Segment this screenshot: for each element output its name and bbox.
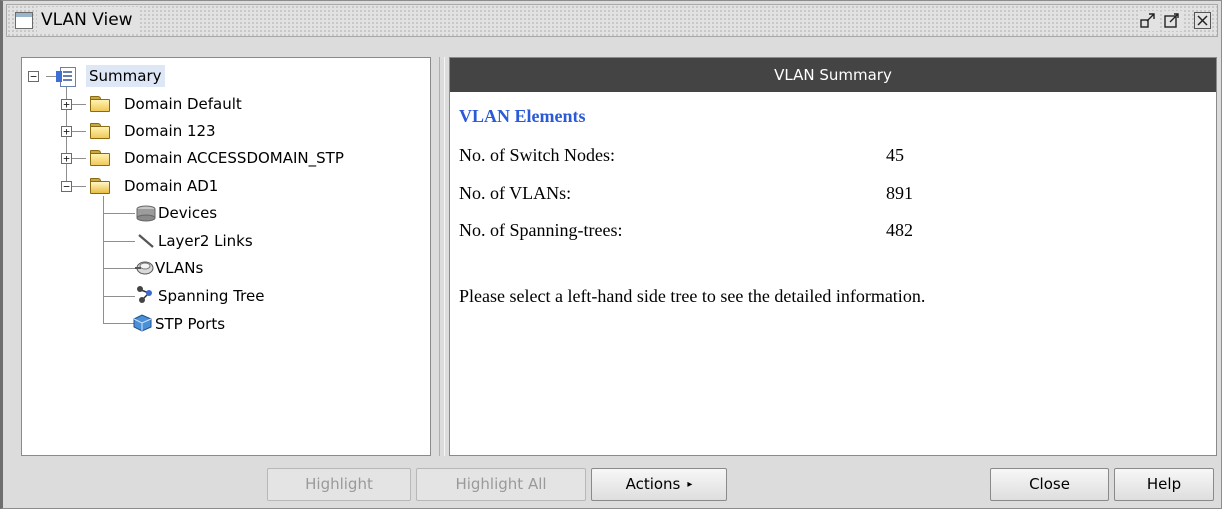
tree-item-label: Domain Default <box>124 95 242 113</box>
stat-label-switch-nodes: No. of Switch Nodes: <box>459 145 615 165</box>
stat-value-spanning-trees: 482 <box>886 220 913 240</box>
tree-connector <box>72 158 86 159</box>
tree-item-label: Layer2 Links <box>158 232 253 250</box>
spanning-tree-icon <box>135 285 157 309</box>
tree-item-label: Devices <box>158 204 218 222</box>
tree-connector <box>103 268 135 269</box>
tree-item-label: VLANs <box>155 259 204 277</box>
tree-connector <box>72 104 86 105</box>
collapse-icon[interactable]: − <box>61 181 72 192</box>
collapse-icon[interactable]: − <box>28 71 39 82</box>
folder-closed-icon <box>90 123 110 139</box>
tree-item-domain-123[interactable]: Domain 123 <box>121 120 219 142</box>
tree-item-domain-default[interactable]: Domain Default <box>121 93 245 115</box>
highlight-all-button[interactable]: Highlight All <box>416 468 586 501</box>
expand-icon[interactable]: + <box>61 153 72 164</box>
tree-connector <box>103 241 135 242</box>
folder-open-icon <box>90 178 110 194</box>
tree-item-summary[interactable]: Summary <box>86 65 165 87</box>
restore-icon[interactable] <box>1138 11 1158 31</box>
close-icon[interactable] <box>1194 12 1211 29</box>
panel-splitter[interactable] <box>439 57 445 456</box>
tree-item-label: STP Ports <box>155 315 226 333</box>
expand-icon[interactable]: + <box>61 99 72 110</box>
tree-item-label: Domain AD1 <box>124 177 219 195</box>
tree-item-layer2-links[interactable]: Layer2 Links <box>155 230 256 252</box>
tree-connector <box>103 296 135 297</box>
actions-button-label: Actions <box>625 475 681 493</box>
window-icon <box>15 12 33 29</box>
tree-connector <box>72 186 86 187</box>
highlight-button[interactable]: Highlight <box>267 468 411 501</box>
tree-item-label: Domain 123 <box>124 122 216 140</box>
close-button[interactable]: Close <box>990 468 1109 501</box>
tree-item-domain-accessdomain-stp[interactable]: Domain ACCESSDOMAIN_STP <box>121 147 347 169</box>
tree-item-stp-ports[interactable]: STP Ports <box>152 313 228 335</box>
devices-icon <box>135 205 157 227</box>
help-button[interactable]: Help <box>1114 468 1214 501</box>
stat-label-vlans: No. of VLANs: <box>459 183 572 203</box>
title-bar[interactable]: VLAN View <box>6 4 1218 37</box>
stat-value-vlans: 891 <box>886 183 913 203</box>
expand-icon[interactable]: + <box>61 126 72 137</box>
tree-item-label: Summary <box>86 65 165 87</box>
tree-connector <box>103 196 104 323</box>
section-heading: VLAN Elements <box>459 106 586 126</box>
tree-item-label: Spanning Tree <box>158 287 265 305</box>
maximize-icon[interactable] <box>1162 11 1182 31</box>
folder-closed-icon <box>90 150 110 166</box>
summary-panel-header: VLAN Summary <box>450 58 1216 92</box>
actions-button[interactable]: Actions ▸ <box>591 468 727 501</box>
vlan-view-window: VLAN View − Summary + Domain Default + D… <box>0 0 1222 509</box>
summary-icon <box>56 66 76 87</box>
link-icon <box>135 232 157 254</box>
stat-value-switch-nodes: 45 <box>886 145 904 165</box>
tree-connector <box>72 131 86 132</box>
tree-item-vlans[interactable]: VLANs <box>152 257 206 279</box>
tree-item-domain-ad1[interactable]: Domain AD1 <box>121 175 221 197</box>
summary-panel: VLAN Summary VLAN Elements No. of Switch… <box>449 57 1217 456</box>
tree-item-devices[interactable]: Devices <box>155 202 220 224</box>
tree-connector <box>46 76 56 77</box>
folder-closed-icon <box>90 96 110 112</box>
tree-item-label: Domain ACCESSDOMAIN_STP <box>124 149 344 167</box>
stp-port-icon <box>130 313 154 337</box>
window-title: VLAN View <box>37 7 139 34</box>
hint-text: Please select a left-hand side tree to s… <box>459 286 926 306</box>
submenu-arrow-icon: ▸ <box>687 479 693 490</box>
stat-label-spanning-trees: No. of Spanning-trees: <box>459 220 623 240</box>
tree-connector <box>103 213 135 214</box>
navigation-tree[interactable]: − Summary + Domain Default + Domain 123 … <box>21 57 431 456</box>
tree-item-spanning-tree[interactable]: Spanning Tree <box>155 285 267 307</box>
